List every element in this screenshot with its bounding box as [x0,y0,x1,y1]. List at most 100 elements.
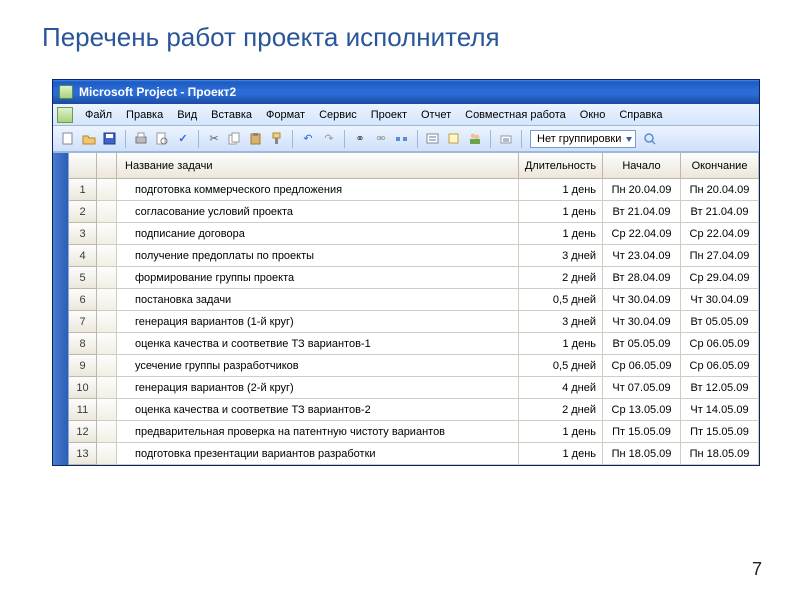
row-id[interactable]: 6 [69,289,97,311]
menu-format[interactable]: Формат [260,107,311,123]
cell-start[interactable]: Чт 30.04.09 [603,289,681,311]
cell-name[interactable]: формирование группы проекта [117,267,519,289]
row-id[interactable]: 11 [69,399,97,421]
menu-project[interactable]: Проект [365,107,413,123]
row-id[interactable]: 13 [69,443,97,465]
row-info-cell[interactable] [97,355,117,377]
cell-name[interactable]: предварительная проверка на патентную чи… [117,421,519,443]
cell-name[interactable]: подготовка коммерческого предложения [117,179,519,201]
cell-start[interactable]: Вт 05.05.09 [603,333,681,355]
row-info-cell[interactable] [97,377,117,399]
format-painter-icon[interactable] [268,130,286,148]
menu-collab[interactable]: Совместная работа [459,107,572,123]
menu-view[interactable]: Вид [171,107,203,123]
cell-name[interactable]: подготовка презентации вариантов разрабо… [117,443,519,465]
row-id[interactable]: 1 [69,179,97,201]
cell-duration[interactable]: 0,5 дней [519,355,603,377]
cell-start[interactable]: Ср 22.04.09 [603,223,681,245]
col-header-end[interactable]: Окончание [681,153,759,179]
row-info-cell[interactable] [97,421,117,443]
table-row[interactable]: 13 подготовка презентации вариантов разра… [69,443,759,465]
cell-duration[interactable]: 4 дней [519,377,603,399]
row-info-cell[interactable] [97,311,117,333]
cell-start[interactable]: Пн 20.04.09 [603,179,681,201]
cell-duration[interactable]: 3 дней [519,245,603,267]
row-id[interactable]: 8 [69,333,97,355]
row-info-cell[interactable] [97,289,117,311]
menu-edit[interactable]: Правка [120,107,169,123]
cell-start[interactable]: Ср 13.05.09 [603,399,681,421]
table-row[interactable]: 9усечение группы разработчиков0,5 днейСр… [69,355,759,377]
table-row[interactable]: 3подписание договора1 деньСр 22.04.09Ср … [69,223,759,245]
cell-duration[interactable]: 3 дней [519,311,603,333]
cell-start[interactable]: Чт 07.05.09 [603,377,681,399]
table-row[interactable]: 8 оценка качества и соответвие ТЗ вариант… [69,333,759,355]
row-info-cell[interactable] [97,179,117,201]
cell-start[interactable]: Чт 23.04.09 [603,245,681,267]
new-icon[interactable] [59,130,77,148]
project-document-icon[interactable] [57,107,73,123]
cell-start[interactable]: Пт 15.05.09 [603,421,681,443]
cell-name[interactable]: генерация вариантов (1-й круг) [117,311,519,333]
col-header-info[interactable] [97,153,117,179]
cell-name[interactable]: оценка качества и соответвие ТЗ варианто… [117,333,519,355]
table-row[interactable]: 7 генерация вариантов (1-й круг)3 днейЧт … [69,311,759,333]
row-id[interactable]: 10 [69,377,97,399]
paste-icon[interactable] [247,130,265,148]
row-id[interactable]: 5 [69,267,97,289]
cell-end[interactable]: Вт 21.04.09 [681,201,759,223]
menu-file[interactable]: Файл [79,107,118,123]
cell-end[interactable]: Ср 06.05.09 [681,355,759,377]
cell-end[interactable]: Пн 20.04.09 [681,179,759,201]
cell-duration[interactable]: 1 день [519,443,603,465]
cell-end[interactable]: Ср 22.04.09 [681,223,759,245]
cell-start[interactable]: Вт 21.04.09 [603,201,681,223]
cell-duration[interactable]: 2 дней [519,267,603,289]
row-id[interactable]: 2 [69,201,97,223]
table-row[interactable]: 6постановка задачи0,5 днейЧт 30.04.09Чт … [69,289,759,311]
row-info-cell[interactable] [97,245,117,267]
undo-icon[interactable]: ↶ [299,130,317,148]
row-info-cell[interactable] [97,223,117,245]
copy-icon[interactable] [226,130,244,148]
cell-end[interactable]: Пн 18.05.09 [681,443,759,465]
row-id[interactable]: 9 [69,355,97,377]
menu-help[interactable]: Справка [613,107,668,123]
col-header-id[interactable] [69,153,97,179]
row-id[interactable]: 3 [69,223,97,245]
table-row[interactable]: 4получение предоплаты по проекты3 днейЧт… [69,245,759,267]
cell-name[interactable]: оценка качества и соответвие ТЗ варианто… [117,399,519,421]
menu-window[interactable]: Окно [574,107,612,123]
cell-end[interactable]: Ср 29.04.09 [681,267,759,289]
cell-name[interactable]: усечение группы разработчиков [117,355,519,377]
unlink-icon[interactable]: ⚮ [372,130,390,148]
cell-name[interactable]: получение предоплаты по проекты [117,245,519,267]
cell-duration[interactable]: 1 день [519,421,603,443]
cell-duration[interactable]: 1 день [519,179,603,201]
cell-duration[interactable]: 1 день [519,223,603,245]
cell-end[interactable]: Пт 15.05.09 [681,421,759,443]
publish-icon[interactable] [497,130,515,148]
cut-icon[interactable]: ✂ [205,130,223,148]
split-task-icon[interactable] [393,130,411,148]
table-row[interactable]: 5 формирование группы проекта2 днейВт 28.… [69,267,759,289]
menu-report[interactable]: Отчет [415,107,457,123]
cell-start[interactable]: Чт 30.04.09 [603,311,681,333]
row-info-cell[interactable] [97,443,117,465]
row-info-cell[interactable] [97,333,117,355]
save-icon[interactable] [101,130,119,148]
cell-start[interactable]: Ср 06.05.09 [603,355,681,377]
row-id[interactable]: 7 [69,311,97,333]
cell-end[interactable]: Пн 27.04.09 [681,245,759,267]
col-header-duration[interactable]: Длительность [519,153,603,179]
cell-end[interactable]: Вт 12.05.09 [681,377,759,399]
cell-duration[interactable]: 0,5 дней [519,289,603,311]
cell-end[interactable]: Вт 05.05.09 [681,311,759,333]
cell-name[interactable]: подписание договора [117,223,519,245]
cell-duration[interactable]: 2 дней [519,399,603,421]
cell-start[interactable]: Вт 28.04.09 [603,267,681,289]
link-icon[interactable]: ⚭ [351,130,369,148]
cell-end[interactable]: Чт 14.05.09 [681,399,759,421]
redo-icon[interactable]: ↷ [320,130,338,148]
table-row[interactable]: 2согласование условий проекта1 деньВт 21… [69,201,759,223]
